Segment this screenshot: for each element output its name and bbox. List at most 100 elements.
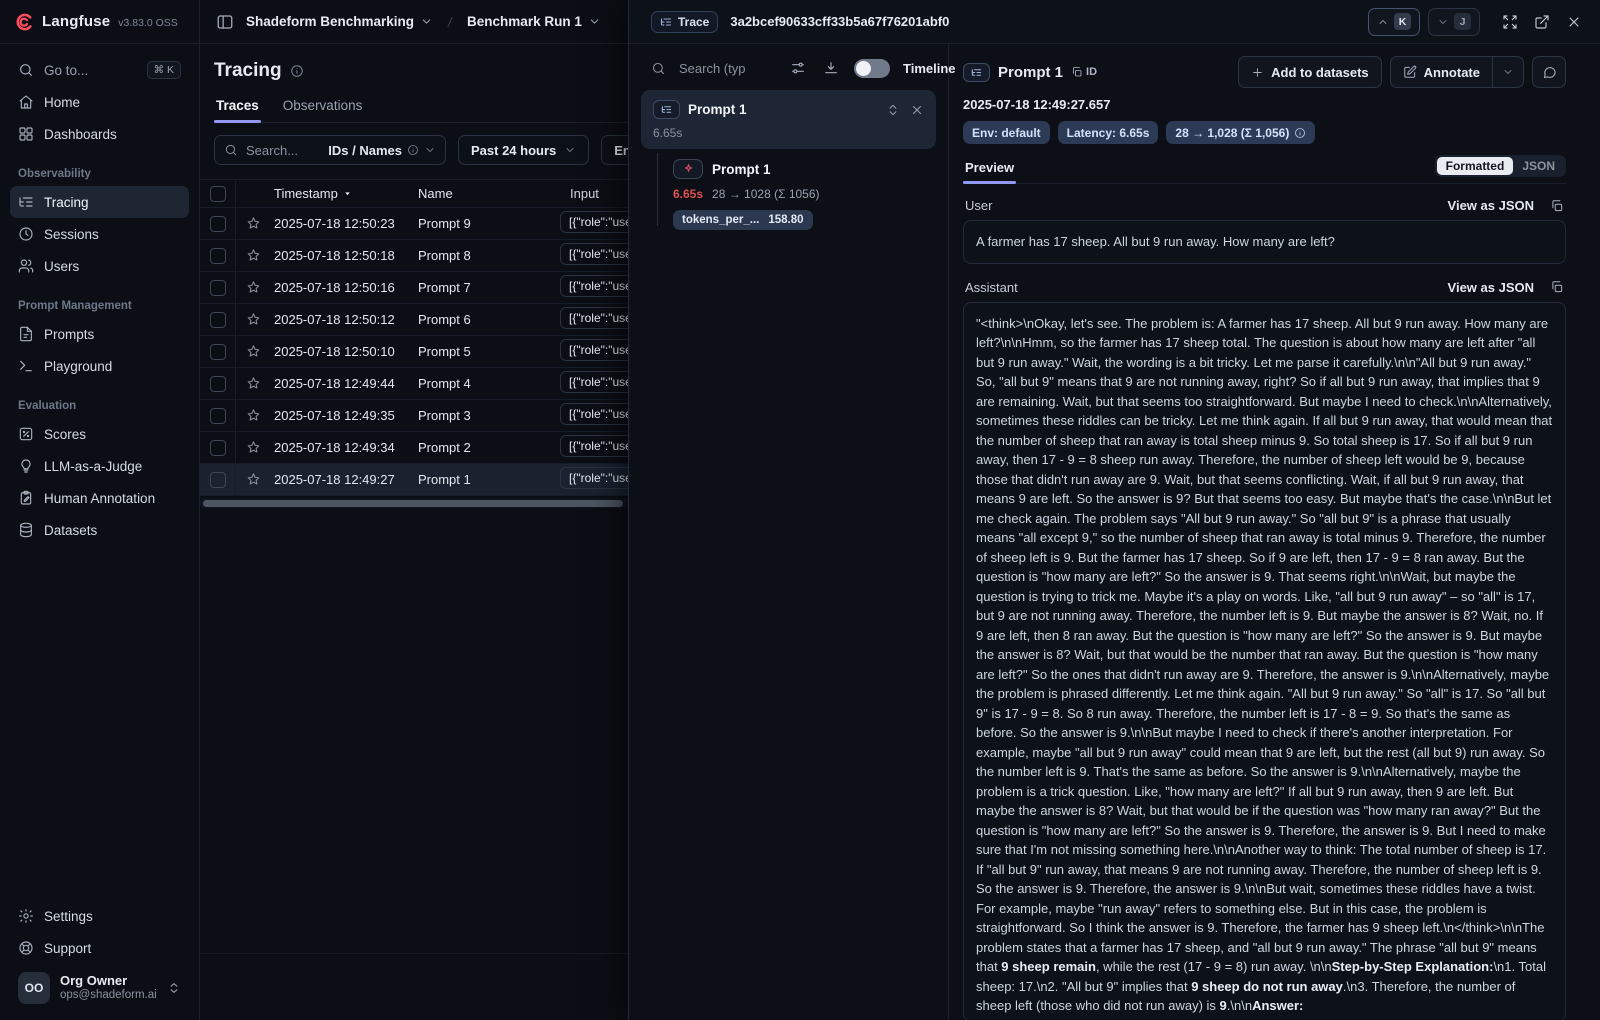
- search-icon: [651, 61, 666, 76]
- sidebar-nav: Go to... ⌘ K Home Dashboards Observabili…: [0, 44, 199, 900]
- expand-icon[interactable]: [1500, 12, 1520, 32]
- sidebar-item-tracing[interactable]: Tracing: [10, 186, 189, 218]
- users-label: Users: [44, 259, 79, 274]
- account-menu[interactable]: OO Org Owner ops@shadeform.ai: [10, 964, 189, 1012]
- breadcrumb-org[interactable]: Shadeform Benchmarking: [246, 14, 433, 29]
- row-checkbox[interactable]: [210, 440, 226, 456]
- star-icon[interactable]: [246, 248, 261, 263]
- row-checkbox[interactable]: [210, 312, 226, 328]
- row-checkbox[interactable]: [210, 472, 226, 488]
- sidebar-item-dashboards[interactable]: Dashboards: [10, 118, 189, 150]
- row-checkbox[interactable]: [210, 248, 226, 264]
- sidebar-item-prompts[interactable]: Prompts: [10, 318, 189, 350]
- comment-bubble-icon: [1542, 65, 1557, 80]
- sidebar-item-goto[interactable]: Go to... ⌘ K: [10, 54, 189, 86]
- sidebar-item-sessions[interactable]: Sessions: [10, 218, 189, 250]
- star-icon[interactable]: [246, 440, 261, 455]
- list-tree-icon: [18, 194, 34, 210]
- sidebar-item-human-annotation[interactable]: Human Annotation: [10, 482, 189, 514]
- open-in-new-icon[interactable]: [1532, 12, 1552, 32]
- row-checkbox[interactable]: [210, 408, 226, 424]
- collapse-x-icon[interactable]: [910, 103, 924, 117]
- sidebar-item-support[interactable]: Support: [10, 932, 189, 964]
- sidebar-item-scores[interactable]: Scores: [10, 418, 189, 450]
- annotate-button[interactable]: Annotate: [1391, 57, 1492, 87]
- star-icon[interactable]: [246, 472, 261, 487]
- search-scope-select[interactable]: IDs / Names: [328, 143, 436, 158]
- metric-name: tokens_per_...: [682, 214, 759, 226]
- row-timestamp: 2025-07-18 12:50:18: [264, 248, 414, 263]
- row-checkbox[interactable]: [210, 216, 226, 232]
- annotate-dropdown-button[interactable]: [1492, 57, 1523, 87]
- format-formatted[interactable]: Formatted: [1437, 157, 1514, 175]
- sort-desc-icon: [343, 189, 352, 198]
- pencil-square-icon: [1403, 65, 1417, 79]
- star-icon[interactable]: [246, 216, 261, 231]
- horizontal-scrollbar[interactable]: [200, 498, 634, 508]
- sidebar: Langfuse v3.83.0 OSS Go to... ⌘ K Home D…: [0, 0, 200, 1020]
- column-name[interactable]: Name: [414, 186, 560, 201]
- add-to-datasets-button[interactable]: Add to datasets: [1238, 56, 1382, 88]
- search-input[interactable]: [246, 143, 318, 158]
- brand-version: v3.83.0 OSS: [118, 17, 178, 29]
- copy-icon[interactable]: [1550, 280, 1564, 294]
- sidebar-item-home[interactable]: Home: [10, 86, 189, 118]
- star-icon[interactable]: [246, 376, 261, 391]
- row-timestamp: 2025-07-18 12:50:10: [264, 344, 414, 359]
- sidebar-item-llm-judge[interactable]: LLM-as-a-Judge: [10, 450, 189, 482]
- close-icon[interactable]: [1564, 12, 1584, 32]
- file-text-icon: [18, 326, 34, 342]
- info-icon[interactable]: [290, 64, 304, 78]
- annotate-label: Annotate: [1424, 65, 1480, 80]
- sidebar-item-users[interactable]: Users: [10, 250, 189, 282]
- tree-node-generation[interactable]: Prompt 1: [673, 159, 948, 179]
- nav-up-button[interactable]: K: [1368, 8, 1420, 36]
- user-view-as-json[interactable]: View as JSON: [1448, 198, 1534, 213]
- copy-id-button[interactable]: ID: [1071, 66, 1097, 78]
- row-checkbox[interactable]: [210, 376, 226, 392]
- sidebar-item-playground[interactable]: Playground: [10, 350, 189, 382]
- tab-preview[interactable]: Preview: [963, 160, 1016, 183]
- sidebar-item-settings[interactable]: Settings: [10, 900, 189, 932]
- time-range-select[interactable]: Past 24 hours: [458, 135, 589, 165]
- add-to-datasets-label: Add to datasets: [1271, 65, 1369, 80]
- tokens-per-second-badge[interactable]: tokens_per_... 158.80: [673, 210, 813, 230]
- star-icon[interactable]: [246, 408, 261, 423]
- observation-search-input[interactable]: [679, 61, 775, 76]
- tab-observations[interactable]: Observations: [281, 98, 365, 122]
- row-checkbox[interactable]: [210, 280, 226, 296]
- star-icon[interactable]: [246, 280, 261, 295]
- timeline-toggle[interactable]: [854, 59, 890, 78]
- comments-button[interactable]: [1532, 56, 1566, 88]
- chevron-down-icon: [588, 15, 601, 28]
- select-all-checkbox[interactable]: [210, 186, 226, 202]
- tokens-badge-label: 28 → 1,028 (Σ 1,056): [1175, 126, 1289, 140]
- column-timestamp[interactable]: Timestamp: [264, 186, 414, 201]
- latency-badge: Latency: 6.65s: [1058, 121, 1159, 144]
- scrollbar-thumb[interactable]: [203, 500, 623, 507]
- trace-search[interactable]: IDs / Names: [214, 135, 446, 165]
- assistant-section-label: Assistant: [965, 280, 1018, 295]
- filter-sliders-icon[interactable]: [788, 58, 808, 78]
- unfold-vertical-icon[interactable]: [886, 103, 900, 117]
- trace-node-icon: [653, 100, 680, 119]
- project-name: Benchmark Run 1: [467, 14, 582, 29]
- sidebar-item-datasets[interactable]: Datasets: [10, 514, 189, 546]
- star-icon[interactable]: [246, 312, 261, 327]
- breadcrumb-project[interactable]: Benchmark Run 1: [467, 14, 601, 29]
- format-json[interactable]: JSON: [1513, 157, 1564, 175]
- copy-icon[interactable]: [1550, 199, 1564, 213]
- download-icon[interactable]: [821, 58, 841, 78]
- row-checkbox[interactable]: [210, 344, 226, 360]
- search-icon: [18, 62, 34, 78]
- chevrons-up-down-icon: [167, 981, 181, 995]
- tree-node-root-selected[interactable]: Prompt 1 6.65s: [641, 90, 936, 149]
- detail-tabs: Preview Formatted JSON: [963, 155, 1566, 184]
- detail-title: Prompt 1: [998, 64, 1063, 81]
- panel-toggle-icon[interactable]: [214, 11, 236, 33]
- nav-down-button[interactable]: J: [1428, 8, 1480, 36]
- assistant-view-as-json[interactable]: View as JSON: [1448, 280, 1534, 295]
- tab-traces[interactable]: Traces: [214, 98, 261, 122]
- star-icon[interactable]: [246, 344, 261, 359]
- prompts-label: Prompts: [44, 327, 94, 342]
